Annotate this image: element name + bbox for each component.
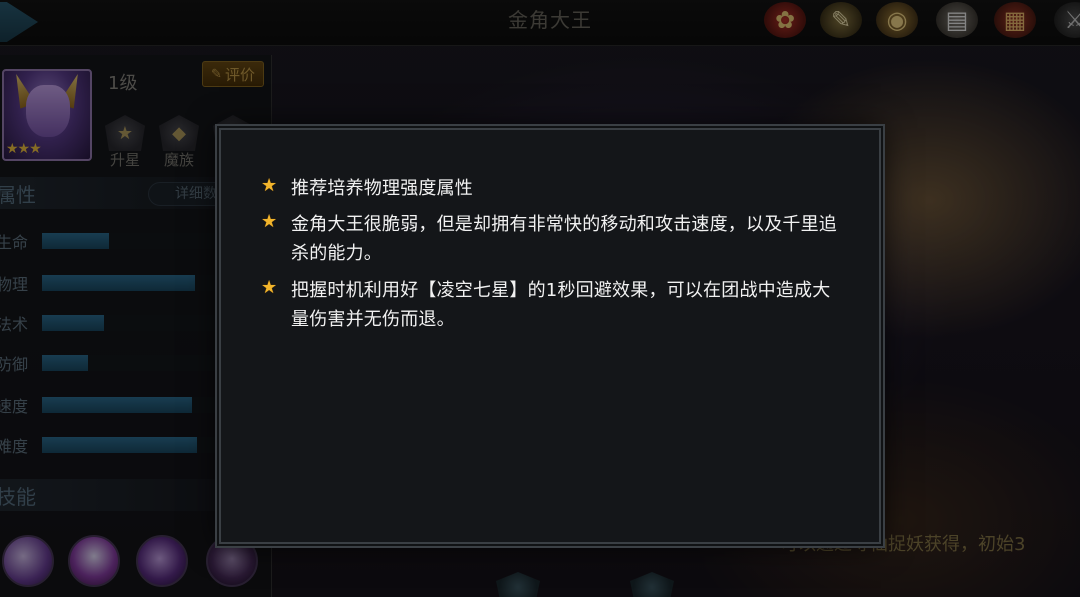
hero-tips-dialog: ★ 推荐培养物理强度属性 ★ 金角大王很脆弱，但是却拥有非常快的移动和攻击速度，…	[219, 128, 881, 544]
tip-item: ★ 推荐培养物理强度属性	[261, 174, 839, 203]
tip-text: 推荐培养物理强度属性	[291, 178, 473, 199]
star-bullet-icon: ★	[261, 277, 278, 298]
tip-text: 把握时机利用好【凌空七星】的1秒回避效果，可以在团战中造成大量伤害并无伤而退。	[291, 280, 831, 330]
tip-text: 金角大王很脆弱，但是却拥有非常快的移动和攻击速度，以及千里追杀的能力。	[291, 214, 837, 264]
star-bullet-icon: ★	[261, 211, 278, 232]
star-bullet-icon: ★	[261, 175, 278, 196]
tip-item: ★ 把握时机利用好【凌空七星】的1秒回避效果，可以在团战中造成大量伤害并无伤而退…	[261, 276, 839, 334]
tip-item: ★ 金角大王很脆弱，但是却拥有非常快的移动和攻击速度，以及千里追杀的能力。	[261, 210, 839, 268]
